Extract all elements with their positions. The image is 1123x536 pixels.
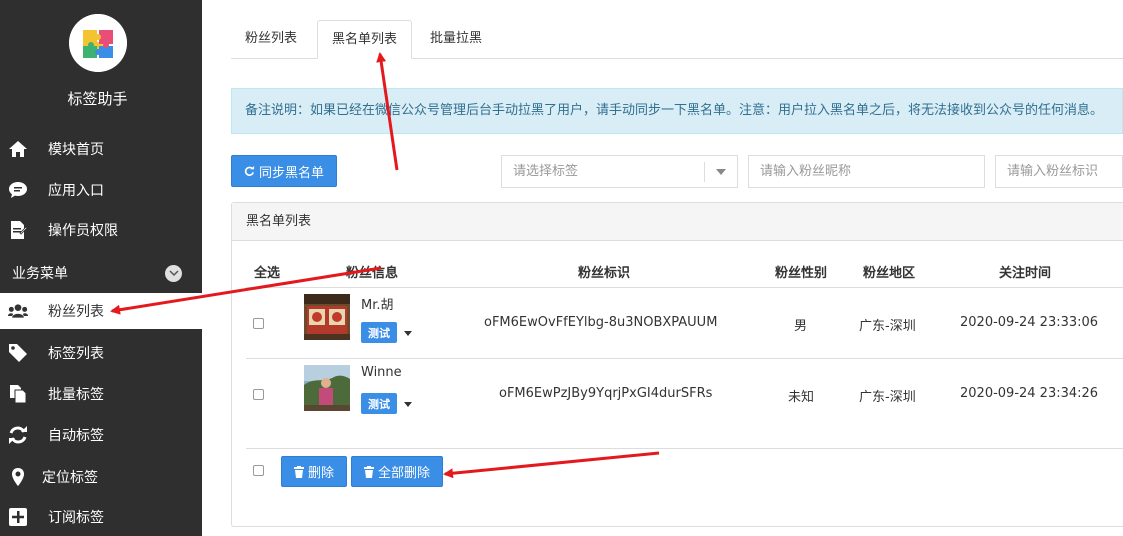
delete-button[interactable]: 删除 <box>281 456 347 487</box>
tag-select[interactable]: 请选择标签 <box>501 155 738 188</box>
app-logo <box>69 14 127 72</box>
app-root: 标签助手 模块首页 应用入口 操作员权限 业务菜单 粉丝列表 标签列表 批量标签… <box>0 0 1123 536</box>
fan-id-cell: oFM6EwPzJBy9YqrjPxGI4durSFRs <box>499 386 713 401</box>
fan-name: Mr.胡 <box>361 298 394 313</box>
fan-name: Winne <box>361 365 402 380</box>
fan-id-input[interactable]: 请输入粉丝标识 <box>995 155 1123 188</box>
tab-fan-list[interactable]: 粉丝列表 <box>231 20 311 59</box>
chat-icon <box>8 180 28 200</box>
sync-blacklist-label: 同步黑名单 <box>258 165 324 181</box>
table-divider <box>246 448 1123 449</box>
table-divider <box>246 287 1123 288</box>
sidebar-item-label: 粉丝列表 <box>48 304 104 320</box>
sidebar-item-location-tag[interactable]: 定位标签 <box>0 459 202 495</box>
row-checkbox[interactable] <box>253 389 264 400</box>
column-header-fan-info: 粉丝信息 <box>346 266 399 281</box>
follow-time-cell: 2020-09-24 23:33:06 <box>960 315 1099 330</box>
tag-icon <box>8 343 28 363</box>
chevron-down-icon[interactable] <box>165 265 182 282</box>
sidebar-item-label: 标签列表 <box>48 346 104 362</box>
region-cell: 广东-深圳 <box>859 390 916 405</box>
app-title: 标签助手 <box>67 90 128 108</box>
sidebar-item-auto-tag[interactable]: 自动标签 <box>0 417 202 453</box>
sidebar-item-subscribe-tag[interactable]: 订阅标签 <box>0 499 202 535</box>
sidebar: 标签助手 模块首页 应用入口 操作员权限 业务菜单 粉丝列表 标签列表 批量标签… <box>0 0 202 536</box>
table-divider <box>246 358 1123 359</box>
map-marker-icon <box>8 467 28 487</box>
delete-all-button[interactable]: 全部删除 <box>351 456 443 487</box>
panel-title: 黑名单列表 <box>232 203 1123 241</box>
sidebar-item-label: 批量标签 <box>48 387 104 403</box>
tag-button[interactable]: 测试 <box>361 393 397 414</box>
trash-icon <box>293 465 304 478</box>
users-icon <box>8 301 28 321</box>
tag-select-placeholder: 请选择标签 <box>513 164 579 179</box>
avatar <box>304 294 350 340</box>
sync-blacklist-button[interactable]: 同步黑名单 <box>231 155 337 187</box>
select-all-checkbox[interactable] <box>253 465 264 476</box>
tag-button[interactable]: 测试 <box>361 322 397 343</box>
fan-id-cell: oFM6EwOvFfEYlbg-8u3NOBXPAUUM <box>484 315 718 330</box>
caret-down-icon[interactable] <box>404 331 412 336</box>
region-cell: 广东-深圳 <box>859 319 916 334</box>
document-edit-icon <box>8 220 28 240</box>
column-header-follow-time: 关注时间 <box>999 266 1052 281</box>
select-divider <box>704 162 705 182</box>
copy-icon <box>8 384 28 404</box>
notice-alert: 备注说明：如果已经在微信公众号管理后台手动拉黑了用户，请手动同步一下黑名单。注意… <box>231 88 1123 134</box>
business-menu-label: 业务菜单 <box>12 266 68 282</box>
sidebar-item-batch-tag[interactable]: 批量标签 <box>0 376 202 412</box>
sidebar-item-label: 自动标签 <box>48 428 104 444</box>
tab-batch-block[interactable]: 批量拉黑 <box>416 20 496 59</box>
sidebar-item-label: 模块首页 <box>48 142 104 158</box>
sidebar-item-fan-list[interactable]: 粉丝列表 <box>0 293 202 329</box>
refresh-icon <box>8 425 28 445</box>
gender-cell: 男 <box>794 319 808 334</box>
delete-label: 删除 <box>307 466 334 481</box>
sidebar-item-tag-list[interactable]: 标签列表 <box>0 335 202 371</box>
column-header-region: 粉丝地区 <box>863 266 916 281</box>
home-icon <box>8 139 28 159</box>
row-checkbox[interactable] <box>253 318 264 329</box>
tab-blacklist[interactable]: 黑名单列表 <box>317 20 413 59</box>
avatar <box>304 365 350 411</box>
trash-icon <box>363 465 374 478</box>
column-header-select-all[interactable]: 全选 <box>254 262 280 281</box>
plus-square-icon <box>8 507 28 527</box>
sidebar-item-module-home[interactable]: 模块首页 <box>0 131 202 167</box>
gender-cell: 未知 <box>788 390 815 405</box>
sidebar-item-label: 应用入口 <box>48 183 104 199</box>
business-menu-header[interactable]: 业务菜单 <box>0 258 202 288</box>
sidebar-item-label: 定位标签 <box>42 470 98 486</box>
caret-down-icon[interactable] <box>404 402 412 407</box>
delete-all-label: 全部删除 <box>377 466 430 481</box>
follow-time-cell: 2020-09-24 23:34:26 <box>960 386 1099 401</box>
sidebar-item-operator-permissions[interactable]: 操作员权限 <box>0 212 202 248</box>
sidebar-item-label: 订阅标签 <box>48 510 104 526</box>
caret-down-icon <box>716 169 726 175</box>
sync-icon <box>244 165 255 177</box>
sidebar-item-label: 操作员权限 <box>48 223 118 239</box>
column-header-fan-id: 粉丝标识 <box>578 266 631 281</box>
column-header-gender: 粉丝性别 <box>775 266 828 281</box>
nickname-input[interactable]: 请输入粉丝昵称 <box>748 155 985 188</box>
tab-bar: 粉丝列表 黑名单列表 批量拉黑 <box>231 20 1123 59</box>
sidebar-item-app-entry[interactable]: 应用入口 <box>0 172 202 208</box>
